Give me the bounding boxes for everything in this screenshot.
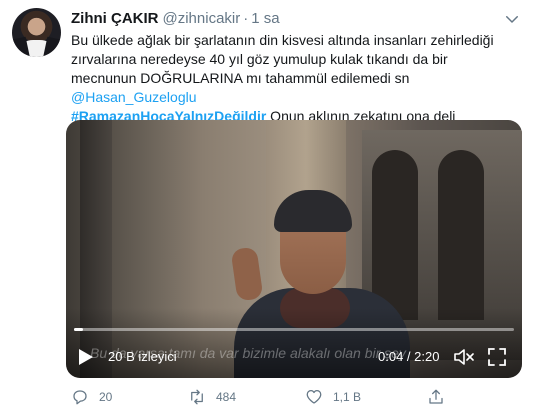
reply-icon <box>73 390 87 405</box>
tweet-actions: 20 484 1,1 B <box>71 387 511 407</box>
like-count: 1,1 B <box>333 390 362 404</box>
chevron-down-icon[interactable] <box>503 10 521 28</box>
reply-button[interactable]: 20 <box>71 387 112 407</box>
retweet-button[interactable]: 484 <box>188 387 236 407</box>
author-handle[interactable]: @zihnicakir <box>163 10 241 27</box>
separator: · <box>243 10 249 27</box>
volume-muted-icon[interactable] <box>454 348 474 366</box>
heart-icon <box>306 389 322 404</box>
like-button[interactable]: 1,1 B <box>305 387 361 407</box>
tweet-text-body: Bu ülkede ağlak bir şarlatanın din kisve… <box>71 32 494 86</box>
play-icon[interactable] <box>78 348 94 366</box>
author-name[interactable]: Zihni ÇAKIR <box>71 10 159 27</box>
view-count: 20 B izleyici <box>108 349 177 364</box>
retweet-icon <box>191 389 203 405</box>
tweet-header: Zihni ÇAKIR @zihnicakir · 1 sa <box>71 10 511 28</box>
fullscreen-icon[interactable] <box>488 348 506 366</box>
retweet-count: 484 <box>216 390 237 404</box>
mention-link[interactable]: @Hasan_Guzeloglu <box>71 89 197 105</box>
video-player[interactable]: Bu da varsa tamı da var bizimle alakalı … <box>66 120 522 378</box>
video-progress-fill <box>74 328 83 331</box>
avatar[interactable] <box>12 8 61 57</box>
reply-count: 20 <box>99 390 113 404</box>
share-icon <box>429 389 443 404</box>
video-time: 0:04 / 2:20 <box>378 349 440 364</box>
video-progress-bar[interactable] <box>74 328 514 331</box>
share-button[interactable] <box>427 387 455 407</box>
tweet-time[interactable]: 1 sa <box>251 10 279 27</box>
